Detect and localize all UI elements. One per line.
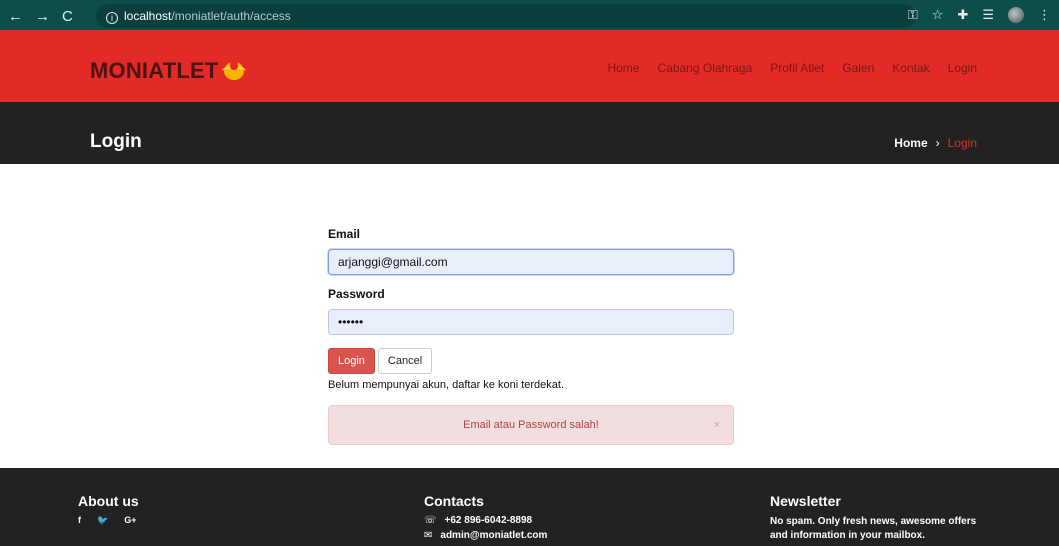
page-title: Login [90,131,142,152]
forward-arrow-icon[interactable]: → [35,9,50,25]
menu-dots-icon[interactable]: ⋮ [1038,7,1051,23]
browser-nav: ← → C [8,9,73,25]
phone-number[interactable]: +62 896-6042-8898 [445,515,533,526]
contact-email: ✉ admin@moniatlet.com [424,530,547,541]
site-header: MONIATLET Home Cabang Olahraga Profil At… [0,30,1059,102]
footer-newsletter: Newsletter No spam. Only fresh news, awe… [770,493,990,543]
email-field[interactable]: arjanggi@gmail.com [328,249,734,275]
cancel-button[interactable]: Cancel [377,348,433,374]
breadcrumb-separator-icon: › [935,136,940,150]
reading-list-icon[interactable]: ☰ [982,7,994,23]
password-field[interactable]: •••••• [328,309,734,335]
logo-text: MONIATLET [90,58,219,83]
facebook-icon[interactable]: f [78,515,81,526]
url-host: localhost [124,9,172,23]
form-buttons: Login Cancel [328,348,734,374]
key-icon[interactable]: ⚿ [908,7,918,23]
about-title: About us [78,493,139,509]
close-icon[interactable]: × [714,406,720,444]
menu-home[interactable]: Home [607,61,639,75]
alert-message: Email atau Password salah! [463,419,599,431]
breadcrumb-home[interactable]: Home [894,136,927,150]
star-icon[interactable]: ☆ [932,7,944,23]
main-menu: Home Cabang Olahraga Profil Atlet Galeri… [607,61,977,75]
reload-icon[interactable]: C [62,9,73,25]
password-label: Password [328,287,385,301]
email-address[interactable]: admin@moniatlet.com [440,530,547,541]
social-links: f 🐦 G+ [78,515,139,526]
footer-contacts: Contacts ☏ +62 896-6042-8898 ✉ admin@mon… [424,493,547,541]
menu-kontak[interactable]: Kontak [892,61,929,75]
site-logo[interactable]: MONIATLET [90,58,247,84]
profile-avatar[interactable] [1008,7,1024,23]
footer-about: About us f 🐦 G+ [78,493,139,526]
error-alert: Email atau Password salah! × [328,405,734,445]
google-plus-icon[interactable]: G+ [124,515,136,526]
register-note: Belum mempunyai akun, daftar ke koni ter… [328,379,565,391]
browser-tools: ⚿ ☆ ✚ ☰ ⋮ [908,7,1051,23]
breadcrumb: Home › Login [894,136,977,150]
menu-login[interactable]: Login [948,61,977,75]
phone-icon: ☏ [424,515,437,526]
newsletter-text: No spam. Only fresh news, awesome offers… [770,516,977,541]
menu-galeri[interactable]: Galeri [842,61,874,75]
newsletter-title: Newsletter [770,493,841,509]
back-arrow-icon[interactable]: ← [8,9,23,25]
contact-phone: ☏ +62 896-6042-8898 [424,515,547,526]
contacts-title: Contacts [424,493,484,509]
breadcrumb-current: Login [947,136,977,150]
twitter-icon[interactable]: 🐦 [97,515,108,526]
page-title-bar [0,102,1059,164]
menu-profil-atlet[interactable]: Profil Atlet [770,61,824,75]
extensions-icon[interactable]: ✚ [957,7,968,23]
login-form: Email arjanggi@gmail.com Password ••••••… [328,227,734,445]
logo-emblem-icon [222,58,247,84]
login-button[interactable]: Login [328,348,375,374]
mail-icon: ✉ [424,530,433,541]
info-icon[interactable]: i [106,12,118,24]
url-path: /moniatlet/auth/access [171,9,291,23]
address-bar[interactable]: i localhost/moniatlet/auth/access [96,4,916,28]
site-footer: About us f 🐦 G+ Contacts ☏ +62 896-6042-… [0,468,1059,546]
email-label: Email [328,227,361,241]
menu-cabang-olahraga[interactable]: Cabang Olahraga [657,61,752,75]
